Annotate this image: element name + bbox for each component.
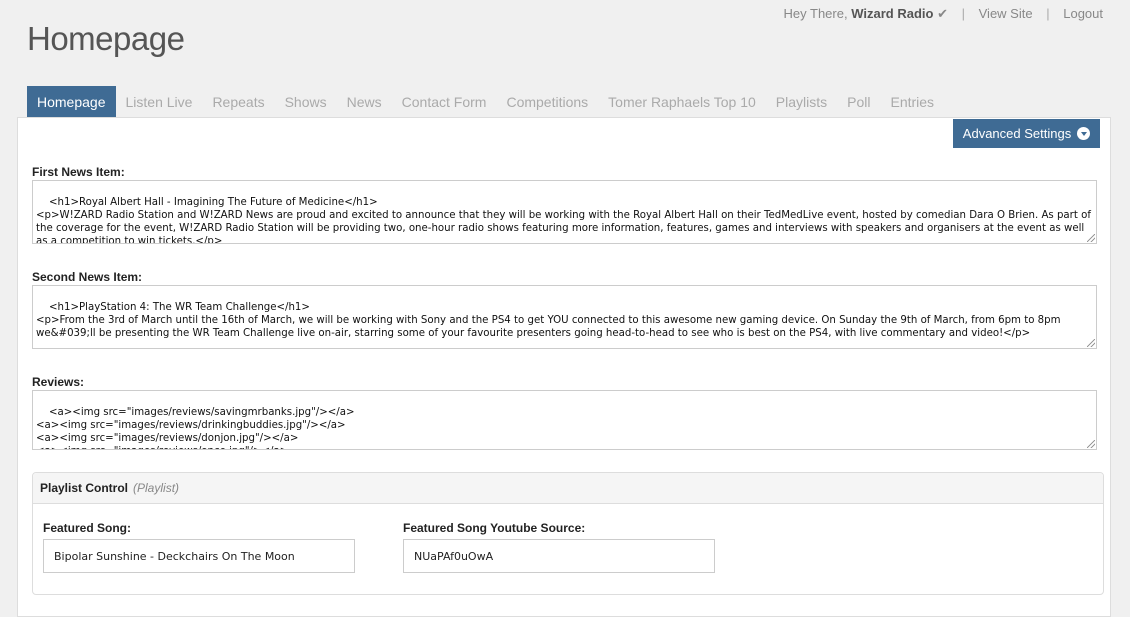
nav-tabs: Homepage Listen Live Repeats Shows News …	[27, 86, 944, 117]
resize-grip-icon[interactable]	[1087, 234, 1095, 242]
tab-listen-live[interactable]: Listen Live	[116, 86, 203, 117]
first-news-textarea[interactable]: <h1>Royal Albert Hall - Imagining The Fu…	[32, 180, 1097, 244]
playlist-control-title: Playlist Control	[40, 481, 129, 495]
chevron-down-icon	[1077, 127, 1091, 140]
content-panel: Advanced Settings First News Item: <h1>R…	[17, 117, 1111, 617]
tab-poll[interactable]: Poll	[837, 86, 880, 117]
reviews-label: Reviews:	[32, 375, 85, 389]
logout-link[interactable]: Logout	[1063, 6, 1103, 21]
second-news-label: Second News Item:	[32, 270, 143, 284]
playlist-control-subtitle: (Playlist)	[133, 481, 180, 495]
advanced-settings-button[interactable]: Advanced Settings	[953, 119, 1100, 148]
playlist-control-panel: Playlist Control (Playlist) Featured Son…	[32, 472, 1104, 595]
resize-grip-icon[interactable]	[1087, 440, 1095, 448]
first-news-text: <h1>Royal Albert Hall - Imagining The Fu…	[36, 197, 1091, 244]
verified-check-icon: ✔	[937, 6, 948, 21]
tab-shows[interactable]: Shows	[275, 86, 337, 117]
reviews-text: <a><img src="images/reviews/savingmrbank…	[36, 407, 355, 449]
divider: |	[961, 6, 965, 21]
tab-repeats[interactable]: Repeats	[202, 86, 274, 117]
tab-top-10[interactable]: Tomer Raphaels Top 10	[598, 86, 766, 117]
greeting-text: Hey There,	[783, 6, 848, 21]
tab-playlists[interactable]: Playlists	[766, 86, 837, 117]
playlist-control-header: Playlist Control (Playlist)	[33, 473, 1103, 504]
tab-news[interactable]: News	[337, 86, 392, 117]
tab-contact-form[interactable]: Contact Form	[392, 86, 497, 117]
youtube-source-label: Featured Song Youtube Source:	[403, 521, 586, 535]
page-title: Homepage	[27, 20, 185, 57]
advanced-settings-label: Advanced Settings	[962, 126, 1072, 141]
divider: |	[1046, 6, 1050, 21]
featured-song-input[interactable]: Bipolar Sunshine - Deckchairs On The Moo…	[43, 539, 355, 573]
tab-entries[interactable]: Entries	[880, 86, 944, 117]
resize-grip-icon[interactable]	[1087, 339, 1095, 347]
first-news-label: First News Item:	[32, 165, 125, 179]
second-news-textarea[interactable]: <h1>PlayStation 4: The WR Team Challenge…	[32, 285, 1097, 349]
username: Wizard Radio	[851, 6, 934, 21]
view-site-link[interactable]: View Site	[979, 6, 1033, 21]
youtube-source-input[interactable]: NUaPAf0uOwA	[403, 539, 715, 573]
tab-competitions[interactable]: Competitions	[496, 86, 598, 117]
youtube-source-value: NUaPAf0uOwA	[414, 549, 494, 563]
featured-song-value: Bipolar Sunshine - Deckchairs On The Moo…	[54, 549, 295, 563]
tab-homepage[interactable]: Homepage	[27, 86, 116, 117]
featured-song-label: Featured Song:	[43, 521, 132, 535]
user-bar: Hey There, Wizard Radio ✔ | View Site | …	[784, 6, 1103, 22]
reviews-textarea[interactable]: <a><img src="images/reviews/savingmrbank…	[32, 390, 1097, 450]
second-news-text: <h1>PlayStation 4: The WR Team Challenge…	[36, 302, 1061, 339]
